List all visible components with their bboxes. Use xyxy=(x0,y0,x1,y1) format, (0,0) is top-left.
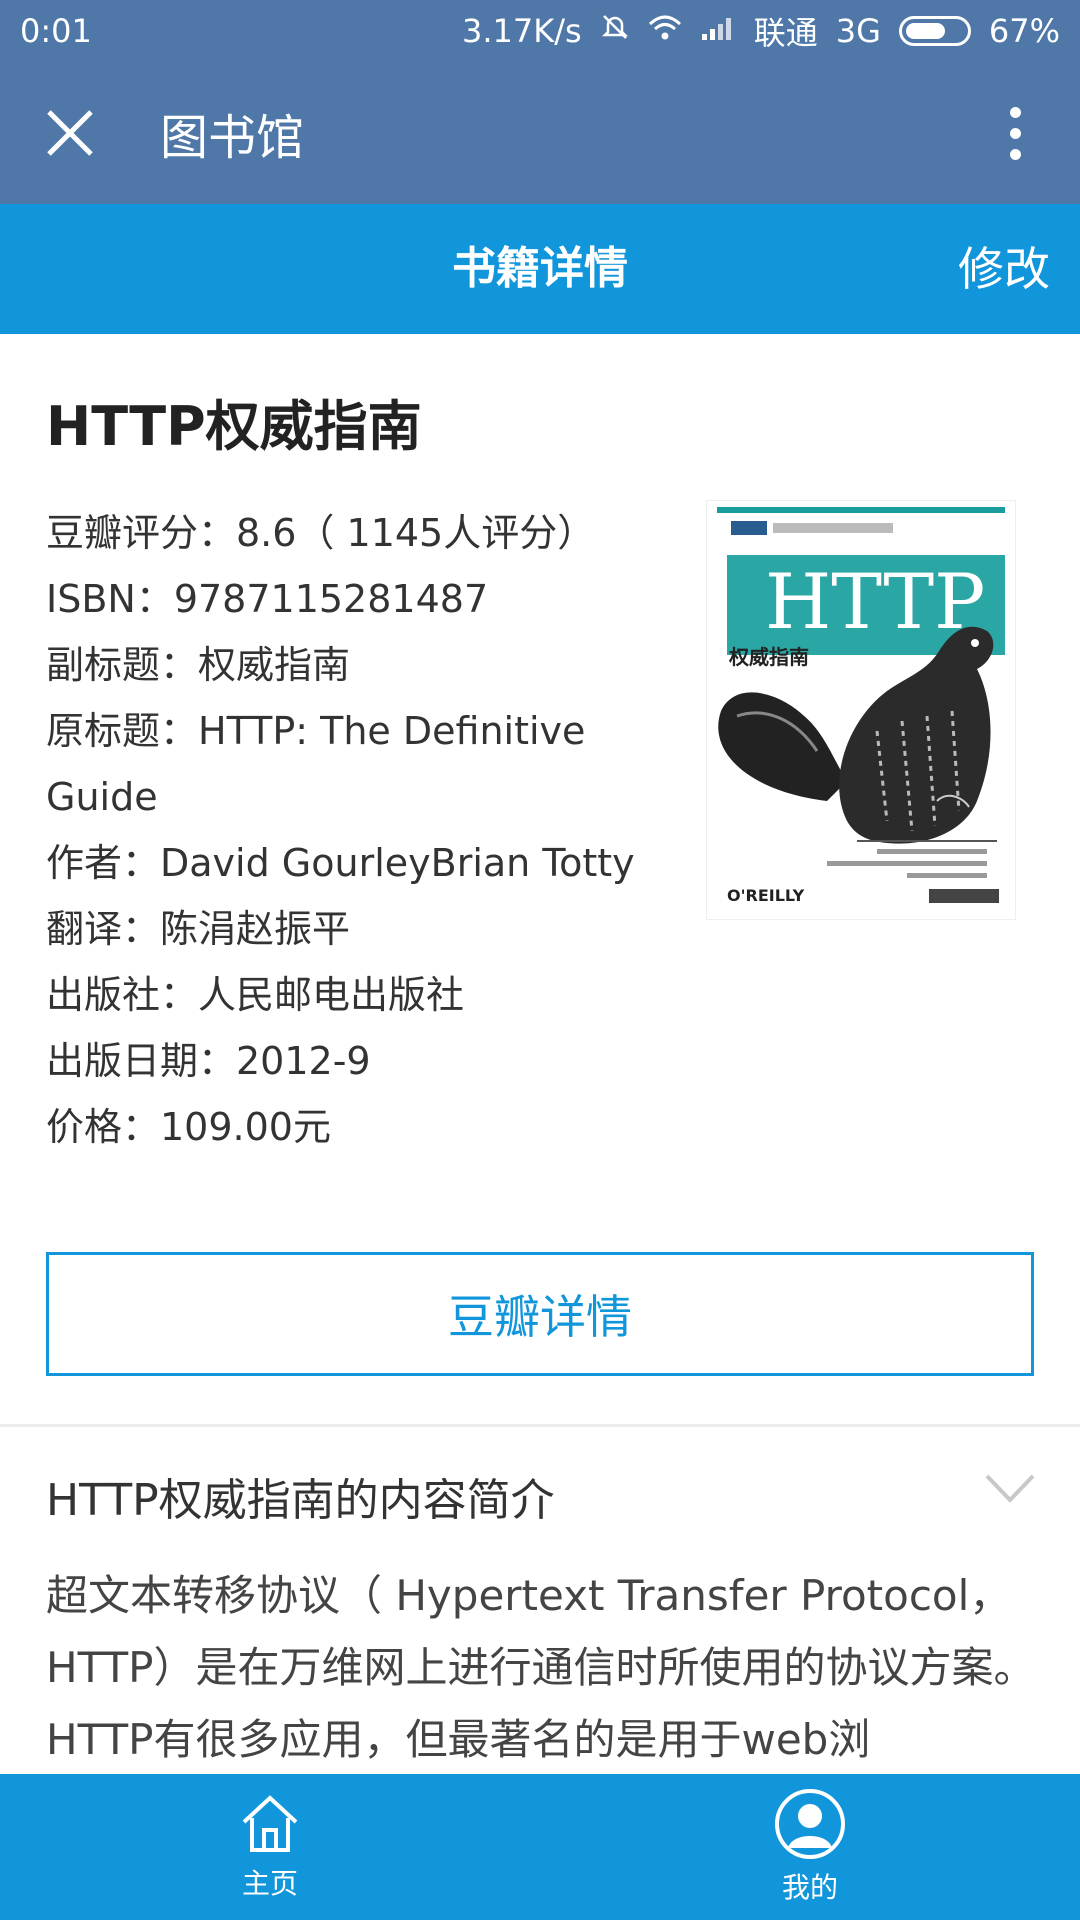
publisher: 出版社：人民邮电出版社 xyxy=(46,973,465,1017)
squirrel-illustration xyxy=(718,626,997,878)
bottom-tab-bar: 主页 我的 xyxy=(0,1774,1080,1920)
status-bar: 0:01 3.17K/s 联通 3G 67% xyxy=(0,0,1080,62)
home-icon xyxy=(242,1795,298,1852)
translator: 翻译：陈涓赵振平 xyxy=(46,907,351,951)
chevron-down-icon[interactable] xyxy=(984,1470,1036,1506)
more-button[interactable] xyxy=(950,62,1080,204)
status-time: 0:01 xyxy=(20,12,92,50)
wifi-icon xyxy=(648,12,682,50)
publish-date: 出版日期：2012-9 xyxy=(46,1039,371,1083)
rating: 豆瓣评分：8.6（ 1145人评分） xyxy=(46,511,596,555)
mute-icon xyxy=(600,12,630,50)
page-title: 书籍详情 xyxy=(452,243,628,294)
tab-home[interactable]: 主页 xyxy=(0,1774,540,1920)
author: 作者：David GourleyBrian Totty xyxy=(46,841,635,885)
book-title: HTTP权威指南 xyxy=(46,395,422,458)
battery-percent: 67% xyxy=(988,12,1060,50)
battery-icon xyxy=(898,16,971,46)
network-speed: 3.17K/s xyxy=(462,12,582,50)
tab-mine-label: 我的 xyxy=(781,1871,838,1904)
isbn: ISBN：9787115281487 xyxy=(46,577,489,621)
tab-home-label: 主页 xyxy=(241,1867,298,1900)
intro-header[interactable]: HTTP权威指南的内容简介 xyxy=(46,1464,1036,1526)
publisher-logo: O'REILLY xyxy=(727,886,805,905)
book-cover: HTTP 权威指南 O'REILLY xyxy=(706,500,1016,920)
tab-mine[interactable]: 我的 xyxy=(540,1774,1080,1920)
price: 价格：109.00元 xyxy=(46,1105,331,1149)
title-bar: 图书馆 xyxy=(0,62,1080,204)
original-title: 原标题：HTTP: The Definitive Guide xyxy=(46,709,586,819)
book-info: 豆瓣评分：8.6（ 1145人评分） ISBN：9787115281487 副标… xyxy=(46,500,646,1160)
carrier: 联通 xyxy=(753,14,818,52)
edit-button[interactable]: 修改 xyxy=(958,204,1050,334)
app-title: 图书馆 xyxy=(160,110,305,166)
close-button[interactable] xyxy=(0,62,140,204)
more-vertical-icon xyxy=(1009,106,1021,118)
divider xyxy=(0,1424,1080,1427)
douban-details-button[interactable]: 豆瓣详情 xyxy=(46,1252,1034,1376)
battery-level xyxy=(905,23,945,39)
intro-text: 超文本转移协议（ Hypertext Transfer Protocol，HTT… xyxy=(46,1571,1036,1764)
network-type: 3G xyxy=(835,12,881,50)
close-icon xyxy=(47,110,93,156)
signal-icon xyxy=(700,12,736,50)
status-right: 3.17K/s 联通 3G 67% xyxy=(462,8,1060,54)
intro-heading: HTTP权威指南的内容简介 xyxy=(46,1475,555,1526)
page-header: 书籍详情 修改 xyxy=(0,204,1080,334)
subtitle: 副标题：权威指南 xyxy=(46,643,351,687)
user-icon xyxy=(775,1789,845,1859)
